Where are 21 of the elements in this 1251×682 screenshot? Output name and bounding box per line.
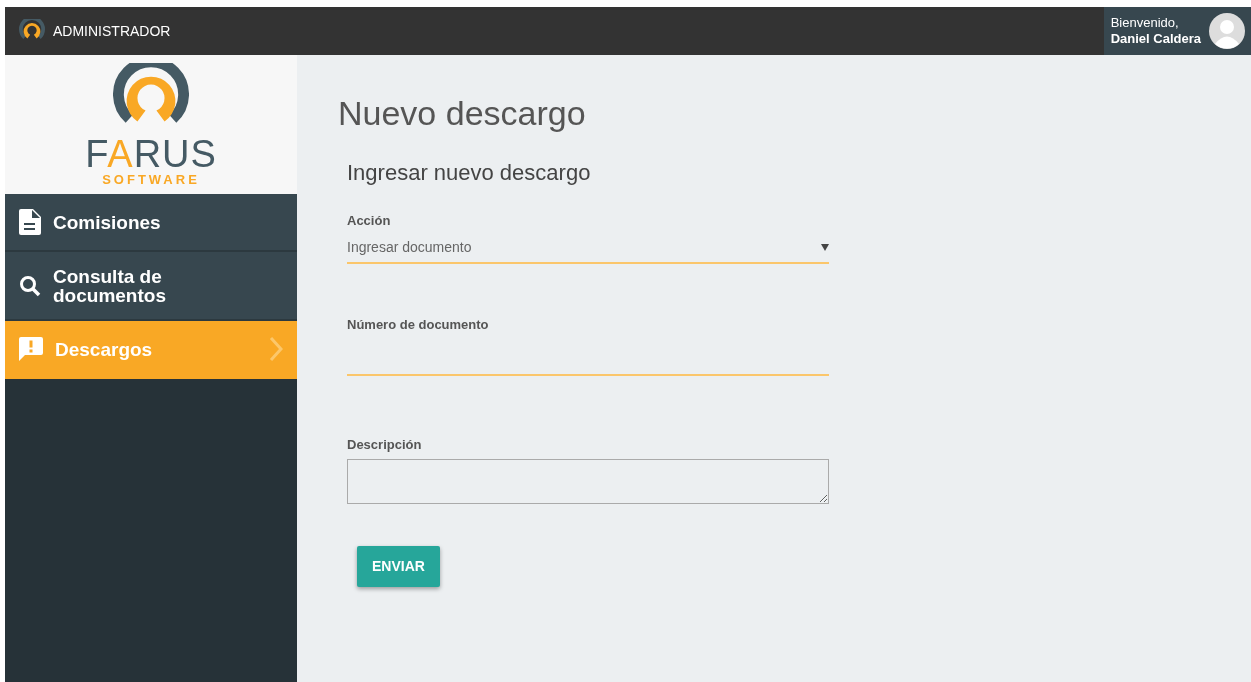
page-title: Nuevo descargo — [338, 93, 587, 134]
app-title: ADMINISTRADOR — [53, 21, 171, 41]
field-label: Descripción — [347, 436, 422, 455]
search-icon — [19, 274, 41, 297]
field-label: Número de documento — [347, 315, 489, 334]
document-icon — [19, 209, 41, 235]
chevron-right-icon — [269, 336, 283, 362]
avatar-icon[interactable] — [1209, 13, 1245, 49]
submit-button[interactable]: ENVIAR — [357, 545, 440, 587]
field-label: Acción — [347, 212, 391, 231]
form-title: Ingresar nuevo descargo — [347, 159, 592, 187]
message-alert-icon — [19, 337, 43, 361]
text-area[interactable] — [347, 458, 829, 504]
sidebar-item[interactable]: Comisiones — [5, 194, 297, 252]
welcome-text: Bienvenido, — [1110, 15, 1180, 31]
dropdown-caret-icon — [821, 243, 829, 251]
sidebar-item[interactable]: Consulta de documentos — [5, 252, 297, 321]
logo-wordmark: FARUS — [85, 135, 217, 173]
logo-tagline: SOFTWARE — [102, 173, 200, 186]
select-field[interactable]: Ingresar documento — [347, 234, 829, 264]
user-name: Daniel Caldera — [1110, 31, 1201, 47]
